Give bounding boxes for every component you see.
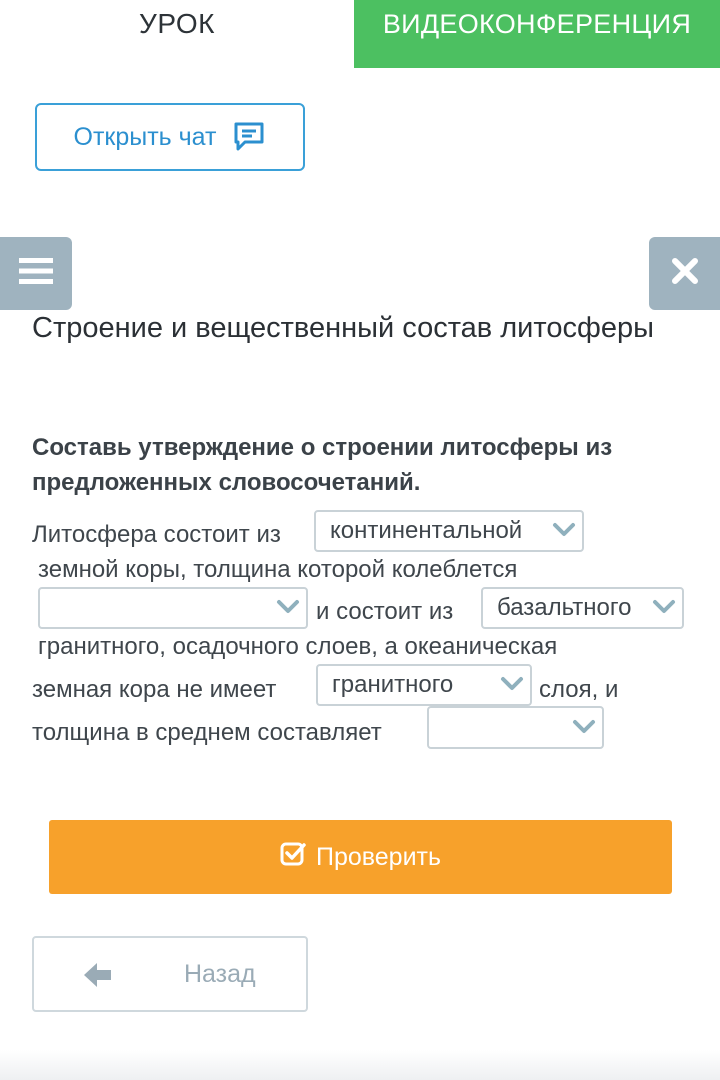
tab-videoconference[interactable]: ВИДЕОКОНФЕРЕНЦИЯ bbox=[354, 0, 720, 68]
chevron-down-icon bbox=[276, 594, 300, 622]
back-button-label: Назад bbox=[184, 960, 256, 988]
sentence-text-2: земной коры, толщина которой колеблется bbox=[38, 556, 518, 583]
open-chat-button[interactable]: Открыть чат bbox=[35, 103, 305, 171]
back-button[interactable]: Назад bbox=[32, 936, 308, 1012]
tab-lesson[interactable]: УРОК bbox=[0, 0, 354, 68]
page-title: Строение и вещественный состав литосферы bbox=[32, 312, 654, 344]
close-button[interactable] bbox=[649, 237, 720, 310]
dropdown-2[interactable] bbox=[38, 587, 308, 629]
close-icon bbox=[671, 257, 699, 290]
dropdown-1-value: континентальной bbox=[330, 517, 523, 544]
tab-videoconference-label: ВИДЕОКОНФЕРЕНЦИЯ bbox=[382, 9, 692, 39]
menu-button[interactable] bbox=[0, 237, 72, 310]
check-button-label: Проверить bbox=[315, 842, 442, 871]
dropdown-4[interactable]: гранитного bbox=[316, 664, 532, 706]
dropdown-3[interactable]: базальтного bbox=[481, 587, 684, 629]
sentence-text-5: земная кора не имеет bbox=[32, 676, 277, 703]
task-instruction: Составь утверждение о строении литосферы… bbox=[32, 434, 613, 496]
sentence-text-4: гранитного, осадочного слоев, а океаниче… bbox=[38, 633, 558, 660]
arrow-left-icon bbox=[84, 962, 112, 995]
footer-shadow bbox=[0, 1050, 720, 1080]
sentence-text-3: и состоит из bbox=[316, 598, 454, 625]
sentence-text-7: толщина в среднем составляет bbox=[32, 719, 382, 746]
hamburger-menu-icon bbox=[19, 256, 53, 291]
chevron-down-icon bbox=[652, 594, 676, 622]
chevron-down-icon bbox=[572, 714, 596, 742]
dropdown-3-value: базальтного bbox=[497, 594, 632, 621]
sentence-text-6: слоя, и bbox=[539, 676, 619, 703]
tab-lesson-label: УРОК bbox=[139, 8, 215, 39]
dropdown-5[interactable] bbox=[427, 706, 604, 749]
sentence-text-1: Литосфера состоит из bbox=[32, 521, 281, 548]
check-button[interactable]: Проверить bbox=[49, 820, 672, 894]
dropdown-4-value: гранитного bbox=[332, 671, 454, 698]
chevron-down-icon bbox=[552, 517, 576, 545]
chat-icon bbox=[232, 120, 266, 154]
chevron-down-icon bbox=[500, 671, 524, 699]
open-chat-label: Открыть чат bbox=[73, 122, 217, 151]
checkbox-icon bbox=[280, 841, 306, 874]
dropdown-1[interactable]: континентальной bbox=[314, 510, 584, 552]
